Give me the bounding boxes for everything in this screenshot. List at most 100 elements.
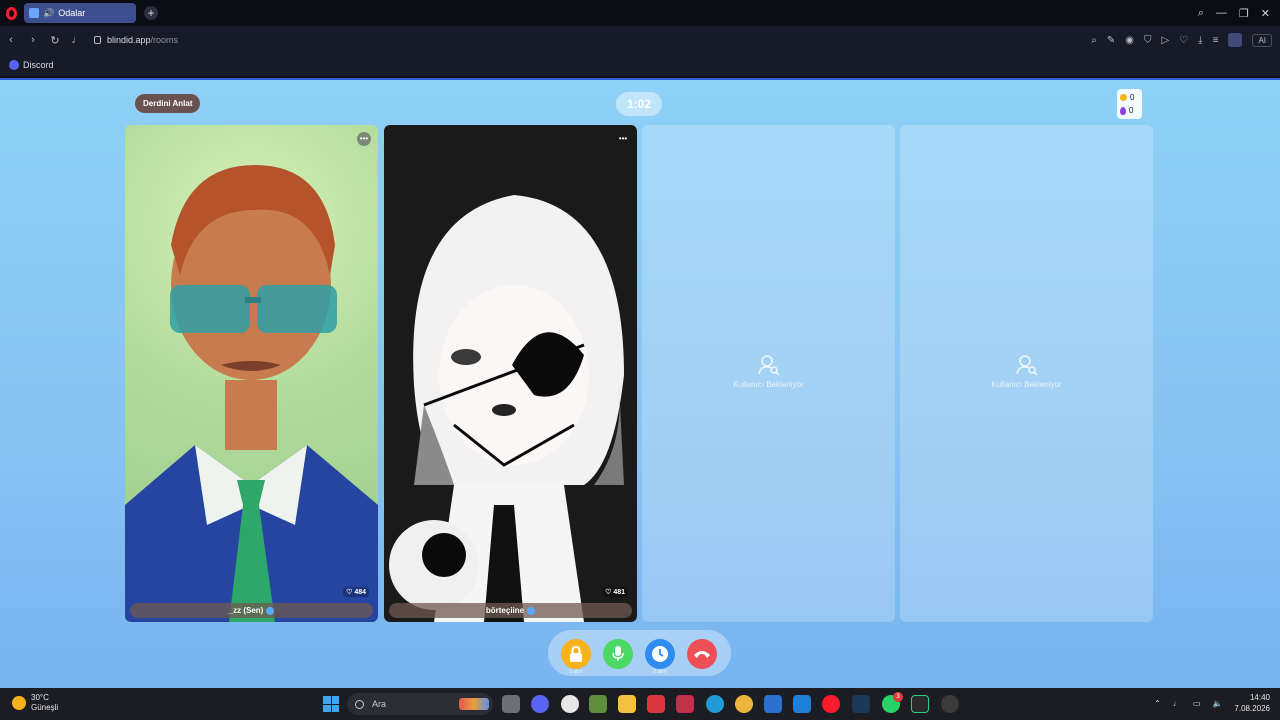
task-view-icon[interactable] (502, 695, 520, 713)
extend-time-button[interactable] (645, 639, 675, 669)
close-window-button[interactable]: ✕ (1261, 7, 1270, 20)
send-icon[interactable]: ▷ (1162, 35, 1170, 46)
more-options-button[interactable]: ••• (616, 132, 630, 146)
verified-icon (527, 606, 536, 615)
topic-button[interactable]: Derdini Anlat (135, 94, 201, 113)
lock-button[interactable] (561, 639, 591, 669)
url-field[interactable]: blindid.app/rooms (94, 35, 178, 45)
mic-icon[interactable]: ♩ (66, 34, 88, 46)
room-timer: 1:02 (616, 92, 662, 116)
mic-button[interactable] (603, 639, 633, 669)
participant-name: börteçiine (485, 606, 525, 615)
avatar-illustration (125, 165, 378, 622)
search-highlight-icon (459, 698, 489, 710)
search-icon (355, 699, 364, 709)
chrome-icon[interactable] (735, 695, 753, 713)
windows-start-icon[interactable] (323, 696, 339, 712)
participant-card[interactable]: ••• ♡ 484 _zz (Sen) (125, 125, 378, 622)
heart-icon[interactable]: ♡ (1179, 35, 1188, 46)
menu-icon[interactable]: ≡ (1213, 35, 1219, 46)
profile-icon[interactable] (1228, 33, 1243, 47)
weather-widget[interactable]: 30°C Güneşli (12, 693, 58, 713)
download-icon[interactable]: ⤓ (1198, 35, 1202, 46)
waiting-text: Kullanıcı Bekleniyor (733, 380, 804, 389)
avatar (384, 125, 637, 622)
shield-icon[interactable]: ⛉ (1144, 35, 1152, 46)
waiting-indicator: Kullanıcı Bekleniyor (642, 354, 895, 389)
search-tabs-icon[interactable]: ⌕ (1198, 7, 1204, 20)
site-favicon-icon (29, 8, 39, 18)
steam-icon[interactable] (852, 695, 870, 713)
user-search-icon (757, 355, 780, 376)
tab-title: Odalar (58, 8, 86, 18)
call-controls: 5 altın 2 altın (548, 630, 731, 676)
avatar-illustration (389, 195, 624, 622)
more-options-button[interactable]: ••• (357, 132, 371, 146)
currency-panel: 0 0 (1117, 89, 1142, 119)
opera-logo-icon[interactable] (0, 0, 22, 26)
participant-name: _zz (Sen) (228, 606, 264, 615)
weather-condition: Güneşli (31, 703, 59, 712)
forward-button[interactable]: › (22, 34, 44, 46)
date: 7.08.2026 (1234, 704, 1270, 713)
display-icon[interactable]: ▭ (1193, 699, 1201, 708)
minimize-button[interactable]: — (1216, 7, 1227, 19)
restore-button[interactable]: ❐ (1239, 7, 1249, 20)
user-search-icon (1015, 355, 1038, 376)
clock-icon (652, 646, 668, 662)
time: 14:40 (1249, 693, 1270, 702)
coin-count: 0 (1130, 93, 1135, 102)
app-icon[interactable] (941, 695, 959, 713)
empty-slot-card: Kullanıcı Bekleniyor (900, 125, 1153, 622)
gem-count: 0 (1129, 106, 1134, 115)
temperature: 30°C (31, 693, 49, 702)
mic-tray-icon[interactable]: ♩ (1173, 699, 1181, 708)
speaker-icon[interactable]: 🔊 (43, 8, 54, 19)
store-icon[interactable] (764, 695, 782, 713)
chevron-up-icon[interactable]: ⌃ (1154, 699, 1161, 708)
edge-icon[interactable] (706, 695, 724, 713)
system-tray: ⌃ ♩ ▭ 🔈 14:40 7.08.2026 (1154, 692, 1270, 714)
waiting-indicator: Kullanıcı Bekleniyor (900, 354, 1153, 389)
minecraft-icon[interactable] (589, 695, 607, 713)
edit-icon[interactable]: ✎ (1107, 35, 1115, 46)
gem-icon (1120, 106, 1126, 115)
bookmark-discord[interactable]: Discord (23, 60, 54, 70)
lock-icon (94, 36, 101, 44)
volume-icon[interactable]: 🔈 (1212, 699, 1222, 708)
participant-card[interactable]: ••• ♡ 481 börteçiine (384, 125, 637, 622)
lock-caption: 5 altın (569, 669, 583, 675)
discord-icon (9, 60, 19, 70)
app-icon[interactable] (647, 695, 665, 713)
reload-button[interactable]: ↻ (44, 34, 66, 47)
zoom-icon[interactable]: ⌕ (1091, 35, 1097, 46)
tab-odalar[interactable]: 🔊 Odalar (24, 3, 136, 23)
browser-tabbar: 🔊 Odalar + ⌕ — ❐ ✕ (0, 0, 1280, 26)
back-button[interactable]: ‹ (0, 34, 22, 46)
avatar (125, 125, 378, 622)
ai-button[interactable]: AI (1252, 33, 1272, 47)
app-icon[interactable] (911, 695, 929, 713)
room-page: Derdini Anlat 1:02 0 0 ••• ♡ 484 _zz (Se… (0, 78, 1280, 688)
empty-slot-card: Kullanıcı Bekleniyor (642, 125, 895, 622)
new-tab-button[interactable]: + (144, 6, 158, 20)
opera-taskbar-icon[interactable] (822, 695, 840, 713)
participant-name-bar: _zz (Sen) (130, 603, 373, 618)
taskbar-search[interactable]: Ara (347, 693, 493, 715)
file-explorer-icon[interactable] (618, 695, 636, 713)
outlook-icon[interactable] (793, 695, 811, 713)
waiting-text: Kullanıcı Bekleniyor (991, 380, 1062, 389)
taskbar-clock[interactable]: 14:40 7.08.2026 (1234, 692, 1270, 714)
like-count: ♡ 484 (343, 587, 369, 597)
microphone-icon (612, 646, 624, 661)
end-call-button[interactable] (687, 639, 717, 669)
app-icon[interactable] (676, 695, 694, 713)
app-icon[interactable] (561, 695, 579, 713)
url-host: blindid.app (107, 35, 151, 45)
discord-app-icon[interactable] (531, 695, 549, 713)
participant-name-bar: börteçiine (389, 603, 632, 618)
camera-icon[interactable]: ◉ (1125, 35, 1134, 46)
search-placeholder: Ara (372, 699, 387, 709)
address-bar: ‹ › ↻ ♩ blindid.app/rooms ⌕ ✎ ◉ ⛉ ▷ ♡ ⤓ … (0, 26, 1280, 54)
verified-icon (266, 606, 275, 615)
